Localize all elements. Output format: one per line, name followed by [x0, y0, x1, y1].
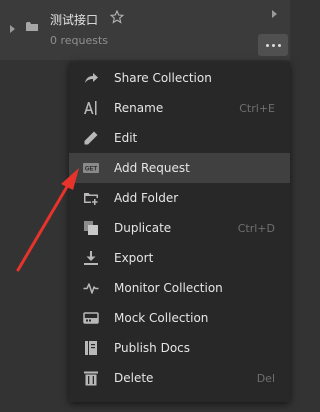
- menu-shortcut: Del: [256, 372, 275, 385]
- duplicate-icon: [84, 221, 98, 235]
- collapse-arrow-icon[interactable]: [272, 10, 277, 18]
- collection-context-menu: Share Collection Rename Ctrl+E Edit GET …: [69, 62, 290, 402]
- menu-item-add-folder[interactable]: Add Folder: [69, 183, 290, 213]
- delete-icon: [84, 371, 98, 386]
- menu-item-share-collection[interactable]: Share Collection: [69, 63, 290, 93]
- menu-item-monitor-collection[interactable]: Monitor Collection: [69, 273, 290, 303]
- mock-icon: [83, 312, 99, 324]
- edit-icon: [84, 131, 98, 145]
- menu-label: Monitor Collection: [114, 281, 223, 295]
- app-root: 测试接口 0 requests Share Collection Rename …: [0, 0, 290, 412]
- menu-item-export[interactable]: Export: [69, 243, 290, 273]
- menu-shortcut: Ctrl+D: [237, 222, 275, 235]
- expand-caret-icon[interactable]: [10, 25, 15, 33]
- menu-item-publish-docs[interactable]: Publish Docs: [69, 333, 290, 363]
- menu-item-duplicate[interactable]: Duplicate Ctrl+D: [69, 213, 290, 243]
- collection-row[interactable]: 测试接口 0 requests: [0, 0, 290, 60]
- publish-docs-icon: [85, 341, 97, 355]
- svg-text:GET: GET: [85, 167, 98, 173]
- menu-label: Export: [114, 251, 154, 265]
- menu-item-edit[interactable]: Edit: [69, 123, 290, 153]
- menu-label: Duplicate: [114, 221, 172, 235]
- menu-label: Add Request: [114, 161, 190, 175]
- menu-label: Mock Collection: [114, 311, 209, 325]
- monitor-icon: [83, 283, 99, 294]
- folder-icon: [26, 22, 38, 31]
- menu-label: Add Folder: [114, 191, 179, 205]
- menu-item-rename[interactable]: Rename Ctrl+E: [69, 93, 290, 123]
- star-icon[interactable]: [110, 10, 124, 24]
- rename-icon: [84, 101, 97, 115]
- menu-item-mock-collection[interactable]: Mock Collection: [69, 303, 290, 333]
- request-count: 0 requests: [50, 34, 109, 47]
- collection-name: 测试接口: [50, 13, 99, 27]
- menu-label: Share Collection: [114, 71, 212, 85]
- menu-label: Rename: [114, 101, 164, 115]
- menu-label: Publish Docs: [114, 341, 191, 355]
- menu-item-delete[interactable]: Delete Del: [69, 363, 290, 393]
- share-icon: [85, 73, 98, 83]
- ellipsis-icon: [265, 43, 281, 47]
- export-icon: [84, 251, 98, 265]
- more-actions-button[interactable]: [258, 34, 288, 56]
- menu-label: Edit: [114, 131, 138, 145]
- menu-item-add-request[interactable]: GET Add Request: [69, 153, 290, 183]
- add-folder-icon: [84, 193, 98, 205]
- menu-label: Delete: [114, 371, 154, 385]
- menu-shortcut: Ctrl+E: [239, 102, 275, 115]
- get-request-icon: GET: [83, 163, 99, 173]
